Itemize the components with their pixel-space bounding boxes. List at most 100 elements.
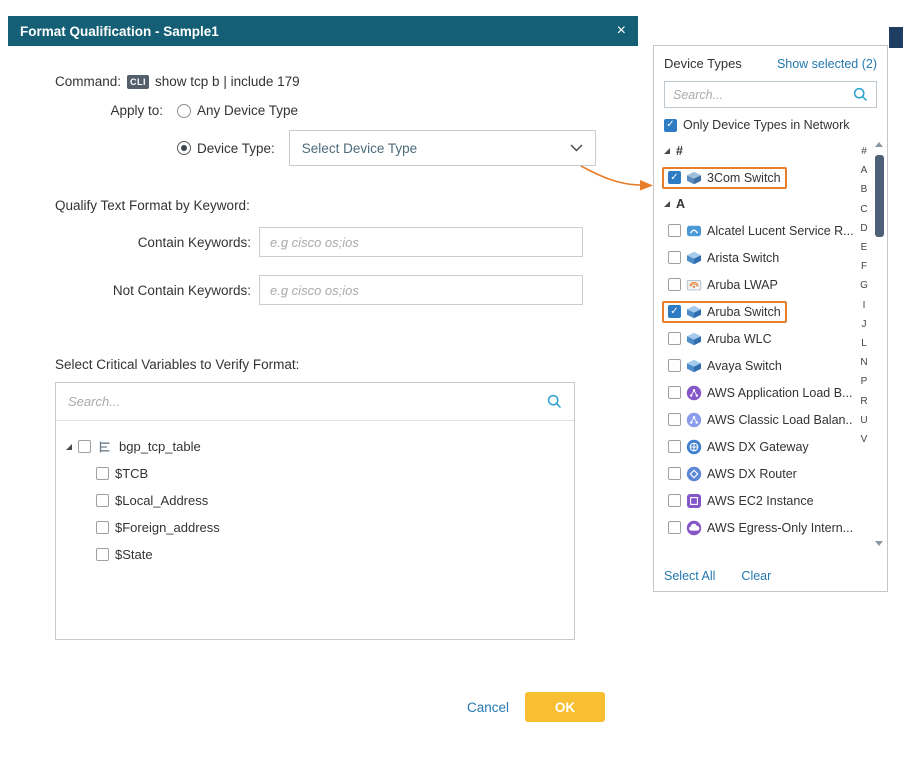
ok-button[interactable]: OK (525, 692, 605, 722)
device-types-title: Device Types (664, 56, 742, 71)
device-type-row[interactable]: ✓3Com Switch (654, 164, 859, 191)
variable-row[interactable]: $TCB (66, 460, 574, 487)
device-type-row[interactable]: AWS EC2 Instance (654, 487, 859, 514)
index-letter[interactable]: V (857, 430, 871, 449)
device-checkbox[interactable] (668, 413, 681, 426)
device-type-row[interactable]: Arista Switch (654, 244, 859, 271)
device-checkbox[interactable]: ✓ (668, 305, 681, 318)
device-wrap: AWS Egress-Only Intern... (662, 517, 859, 539)
index-letter[interactable]: P (857, 372, 871, 391)
radio-any-device-type[interactable] (177, 104, 191, 118)
index-letter[interactable]: J (857, 315, 871, 334)
device-checkbox[interactable] (668, 521, 681, 534)
variable-checkbox[interactable] (96, 494, 109, 507)
variable-checkbox[interactable] (96, 467, 109, 480)
device-type-row[interactable]: Aruba WLC (654, 325, 859, 352)
not-contain-keywords-input[interactable] (259, 275, 583, 305)
aws-egress-icon (686, 520, 702, 536)
device-type-dropdown-value: Select Device Type (302, 141, 417, 156)
variables-heading: Select Critical Variables to Verify Form… (55, 357, 638, 372)
device-checkbox[interactable] (668, 440, 681, 453)
device-type-dropdown[interactable]: Select Device Type (289, 130, 596, 166)
only-in-network-label: Only Device Types in Network (683, 118, 850, 132)
index-letter[interactable]: L (857, 334, 871, 353)
device-checkbox[interactable] (668, 386, 681, 399)
index-letter[interactable]: B (857, 180, 871, 199)
device-checkbox[interactable] (668, 359, 681, 372)
device-checkbox[interactable]: ✓ (668, 171, 681, 184)
page-scrollbar-thumb[interactable] (889, 27, 903, 48)
contain-keywords-label: Contain Keywords: (55, 235, 251, 250)
variable-row[interactable]: $State (66, 541, 574, 568)
device-wrap: AWS EC2 Instance (662, 490, 820, 512)
index-letter[interactable]: A (857, 161, 871, 180)
variables-search-input[interactable] (68, 394, 539, 409)
index-letter[interactable]: G (857, 276, 871, 295)
index-letter[interactable]: C (857, 200, 871, 219)
variable-row[interactable]: $Foreign_address (66, 514, 574, 541)
device-group-header[interactable]: A (654, 191, 859, 217)
scroll-down-icon[interactable] (875, 541, 883, 546)
device-search-input[interactable] (673, 88, 847, 102)
device-type-row[interactable]: Aruba LWAP (654, 271, 859, 298)
radio-any-device-type-label[interactable]: Any Device Type (197, 103, 298, 118)
device-group-header[interactable]: # (654, 138, 859, 164)
variable-tree-root[interactable]: bgp_tcp_table (66, 433, 574, 460)
device-checkbox[interactable] (668, 467, 681, 480)
device-checkbox[interactable] (668, 278, 681, 291)
variable-checkbox[interactable] (78, 440, 91, 453)
search-icon[interactable] (547, 394, 562, 409)
device-type-row[interactable]: Avaya Switch (654, 352, 859, 379)
cancel-button[interactable]: Cancel (467, 700, 509, 715)
device-checkbox[interactable] (668, 494, 681, 507)
index-letter[interactable]: R (857, 392, 871, 411)
device-wrap: AWS DX Gateway (662, 436, 815, 458)
scrollbar-thumb[interactable] (875, 155, 884, 237)
index-letter[interactable]: E (857, 238, 871, 257)
device-type-label: Arista Switch (707, 251, 779, 265)
aruba-lwap-icon (686, 277, 702, 293)
index-letter[interactable]: I (857, 296, 871, 315)
device-checkbox[interactable] (668, 224, 681, 237)
device-type-label: Alcatel Lucent Service R... (707, 224, 853, 238)
variable-row[interactable]: $Local_Address (66, 487, 574, 514)
device-panel-header: Device Types Show selected (2) (654, 46, 887, 71)
close-icon[interactable]: × (617, 23, 626, 39)
device-type-row[interactable]: AWS Classic Load Balan... (654, 406, 859, 433)
chevron-down-icon (570, 144, 583, 152)
switch-blue-icon (686, 331, 702, 347)
contain-keywords-input[interactable] (259, 227, 583, 257)
device-type-row[interactable]: AWS DX Router (654, 460, 859, 487)
only-in-network-checkbox[interactable]: ✓ (664, 119, 677, 132)
device-type-row[interactable]: AWS Egress-Only Intern... (654, 514, 859, 541)
search-icon[interactable] (853, 87, 868, 102)
device-type-row[interactable]: Alcatel Lucent Service R... (654, 217, 859, 244)
device-type-row[interactable]: AWS DX Gateway (654, 433, 859, 460)
scroll-up-icon[interactable] (875, 142, 883, 147)
show-selected-link[interactable]: Show selected (2) (777, 57, 877, 71)
index-letter[interactable]: # (857, 142, 871, 161)
index-letter[interactable]: N (857, 353, 871, 372)
variable-checkbox[interactable] (96, 548, 109, 561)
format-qualification-dialog: Format Qualification - Sample1 × Command… (8, 16, 638, 722)
switch-3com-icon (686, 170, 702, 186)
select-all-link[interactable]: Select All (664, 569, 715, 583)
device-type-label: AWS Egress-Only Intern... (707, 521, 853, 535)
radio-device-type[interactable] (177, 141, 191, 155)
index-letter[interactable]: F (857, 257, 871, 276)
switch-blue-icon (686, 358, 702, 374)
device-checkbox[interactable] (668, 251, 681, 264)
device-list-scrollbar[interactable] (873, 142, 885, 546)
device-wrap: Aruba WLC (662, 328, 778, 350)
aws-alb-icon (686, 385, 702, 401)
apply-to-label: Apply to: (55, 103, 163, 118)
variable-checkbox[interactable] (96, 521, 109, 534)
expand-triangle-icon[interactable] (66, 444, 72, 450)
device-type-row[interactable]: ✓Aruba Switch (654, 298, 859, 325)
clear-link[interactable]: Clear (741, 569, 771, 583)
device-type-row[interactable]: AWS Application Load B... (654, 379, 859, 406)
index-letter[interactable]: D (857, 219, 871, 238)
device-checkbox[interactable] (668, 332, 681, 345)
index-letter[interactable]: U (857, 411, 871, 430)
radio-device-type-label[interactable]: Device Type: (197, 141, 275, 156)
